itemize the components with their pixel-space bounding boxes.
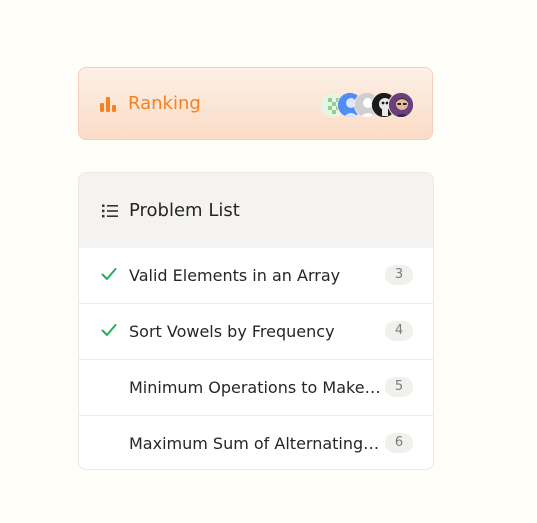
problem-count-badge: 4 <box>385 321 413 341</box>
check-icon <box>101 324 117 336</box>
problem-row[interactable]: Valid Elements in an Array 3 <box>79 248 433 304</box>
ranking-card[interactable]: Ranking <box>78 67 433 140</box>
problem-row[interactable]: Maximum Sum of Alternating Subsequence 6 <box>79 416 433 469</box>
problem-title: Sort Vowels by Frequency <box>129 322 335 341</box>
problem-list-header[interactable]: Problem List <box>79 173 433 248</box>
list-icon <box>102 204 118 218</box>
problem-title: Minimum Operations to Make Array Element… <box>129 378 381 397</box>
problem-title: Maximum Sum of Alternating Subsequence <box>129 434 381 453</box>
problem-title: Valid Elements in an Array <box>129 266 341 285</box>
check-icon <box>101 268 117 280</box>
ranking-avatars <box>320 92 416 118</box>
problem-count-badge: 3 <box>385 265 413 285</box>
problem-list-title: Problem List <box>129 200 240 221</box>
problem-rows: Valid Elements in an Array 3 Sort Vowels… <box>79 248 433 469</box>
problem-list-card: Problem List Valid Elements in an Array … <box>78 172 434 470</box>
problem-count-badge: 5 <box>385 377 413 397</box>
ranking-title: Ranking <box>128 93 201 114</box>
problem-row[interactable]: Sort Vowels by Frequency 4 <box>79 304 433 360</box>
problem-count-badge: 6 <box>385 433 413 453</box>
avatar <box>388 92 414 118</box>
bar-chart-icon <box>100 97 116 112</box>
problem-row[interactable]: Minimum Operations to Make Array Element… <box>79 360 433 416</box>
